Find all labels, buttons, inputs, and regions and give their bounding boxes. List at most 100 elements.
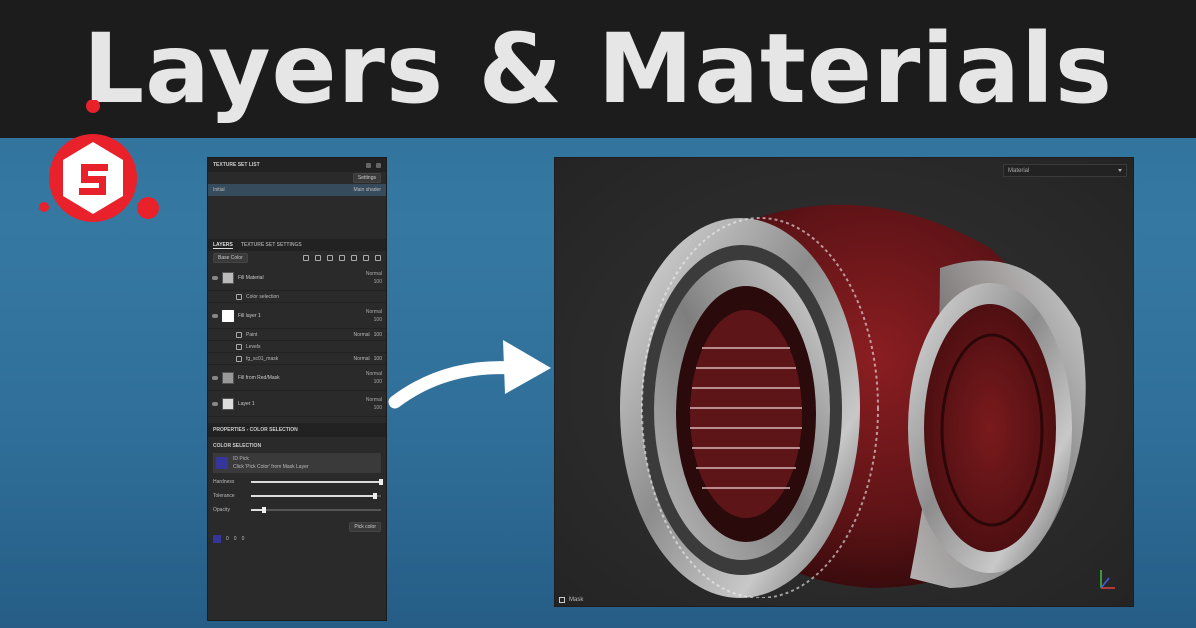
layer-thumbnail — [222, 397, 234, 410]
slider-label: Hardness — [213, 479, 235, 485]
image-icon — [236, 355, 242, 362]
curved-arrow-icon — [388, 340, 551, 409]
sub-layer-row[interactable]: Paint Normal 100 — [208, 329, 386, 341]
section-title: COLOR SELECTION — [213, 443, 262, 449]
id-map-description: Click 'Pick Color' from Mask Layer — [233, 464, 309, 470]
layer-blend[interactable]: Normal — [366, 371, 382, 377]
layers-toolbar: Base Color — [208, 251, 386, 265]
sub-layer-row[interactable]: fg_sc01_mask Normal 100 — [208, 353, 386, 365]
texture-set-shader: Main shader — [353, 187, 381, 193]
settings-button[interactable]: Settings — [352, 173, 381, 183]
title-banner: Layers & Materials — [0, 0, 1196, 138]
checkbox[interactable] — [559, 597, 565, 603]
slider-handle[interactable] — [372, 493, 377, 499]
close-icon[interactable] — [376, 162, 381, 168]
visibility-icon[interactable] — [212, 401, 218, 406]
sub-layer-opacity[interactable]: 100 — [374, 332, 382, 338]
tab-layers[interactable]: LAYERS — [213, 242, 233, 249]
layer-row[interactable]: Fill Material Normal 100 — [208, 265, 386, 291]
layer-opacity[interactable]: 100 — [374, 405, 382, 411]
sub-layer-blend[interactable]: Normal — [354, 332, 370, 338]
sub-layer-row[interactable]: Levels — [208, 341, 386, 353]
color-values-row: 0 0 0 — [208, 533, 386, 545]
id-map-picker[interactable]: ID Pick Click 'Pick Color' from Mask Lay… — [213, 453, 381, 473]
texture-set-list-title: TEXTURE SET LIST — [213, 162, 260, 168]
sub-layer-opacity[interactable]: 100 — [374, 356, 382, 362]
layer-opacity[interactable]: 100 — [374, 317, 382, 323]
pick-color-button[interactable]: Pick color — [349, 522, 381, 532]
layer-opacity[interactable]: 100 — [374, 279, 382, 285]
sub-layer-name: Levels — [246, 343, 261, 350]
delete-icon[interactable] — [375, 255, 381, 261]
slider-hardness[interactable]: Hardness — [208, 473, 386, 487]
3d-viewport[interactable]: Material Mask — [554, 157, 1134, 607]
brush-icon[interactable] — [303, 255, 309, 261]
color-value-g[interactable]: 0 — [234, 536, 237, 542]
layer-mask-thumbnail — [222, 309, 234, 322]
viewport-mode-select[interactable]: Material — [1003, 164, 1127, 177]
layer-thumbnail — [222, 271, 234, 284]
visibility-icon[interactable] — [212, 275, 218, 280]
channel-select[interactable]: Base Color — [213, 253, 248, 263]
tab-texture-set-settings[interactable]: TEXTURE SET SETTINGS — [241, 242, 302, 248]
layer-name: Fill from Red/Mask — [238, 374, 280, 381]
slider-track[interactable] — [251, 479, 383, 485]
layer-row[interactable]: Fill layer 1 Normal 100 — [208, 303, 386, 329]
properties-header: PROPERTIES - COLOR SELECTION — [208, 423, 386, 437]
visibility-icon[interactable] — [212, 313, 218, 318]
fill-icon[interactable] — [339, 255, 345, 261]
layer-name: Fill layer 1 — [238, 312, 261, 319]
paint-icon — [236, 331, 242, 338]
page-title: Layers & Materials — [82, 13, 1114, 125]
sub-layer-name: fg_sc01_mask — [246, 355, 279, 362]
slider-track[interactable] — [251, 507, 381, 513]
layers-tabs: LAYERS TEXTURE SET SETTINGS — [208, 239, 386, 251]
viewport-footer-label: Mask — [569, 597, 584, 603]
substance-panel: TEXTURE SET LIST Settings Initial Main s… — [207, 157, 387, 621]
sub-layer-blend[interactable]: Normal — [354, 356, 370, 362]
viewport-footer: Mask — [559, 597, 583, 603]
color-value-b[interactable]: 0 — [242, 536, 245, 542]
slider-handle[interactable] — [379, 479, 383, 485]
pick-color-row: Pick color — [208, 521, 386, 533]
slider-fill — [251, 495, 375, 497]
id-map-name: ID Pick — [233, 456, 249, 462]
window-icon[interactable] — [366, 162, 371, 168]
color-swatch[interactable] — [216, 457, 228, 469]
texture-set-name: Initial — [213, 187, 225, 193]
layer-opacity[interactable]: 100 — [374, 379, 382, 385]
layer-blend[interactable]: Normal — [366, 271, 382, 277]
color-swatch[interactable] — [213, 535, 221, 543]
layer-name: Fill Material — [238, 274, 264, 281]
axis-gizmo-icon — [1100, 570, 1115, 589]
viewport-mode-label: Material — [1008, 167, 1030, 174]
levels-icon — [236, 343, 242, 350]
slider-track[interactable] — [251, 493, 381, 499]
layer-add-icon[interactable] — [351, 255, 357, 261]
slider-handle[interactable] — [262, 507, 266, 513]
slider-fill — [251, 481, 381, 483]
layer-blend[interactable]: Normal — [366, 309, 382, 315]
mask-icon[interactable] — [315, 255, 321, 261]
layer-row[interactable]: Layer 1 Normal 100 — [208, 391, 386, 417]
texture-set-toolbar: Settings — [208, 172, 386, 184]
texture-set-item[interactable]: Initial Main shader — [208, 184, 386, 196]
visibility-icon[interactable] — [212, 375, 218, 380]
sub-layer-name: Color selection — [246, 293, 280, 300]
slider-opacity[interactable]: Opacity — [208, 501, 386, 515]
slider-tolerance[interactable]: Tolerance — [208, 487, 386, 501]
properties-title: PROPERTIES - COLOR SELECTION — [213, 427, 298, 433]
layer-row[interactable]: Fill from Red/Mask Normal 100 — [208, 365, 386, 391]
effect-icon[interactable] — [327, 255, 333, 261]
layer-name: Layer 1 — [238, 400, 255, 407]
folder-icon[interactable] — [363, 255, 369, 261]
selection-icon — [236, 293, 242, 300]
substance-painter-logo-icon — [39, 100, 159, 222]
sub-layer-row[interactable]: Color selection — [208, 291, 386, 303]
slider-label: Tolerance — [213, 493, 235, 499]
layer-blend[interactable]: Normal — [366, 397, 382, 403]
layer-thumbnail — [222, 371, 234, 384]
material-ball-model — [620, 204, 1086, 598]
chevron-down-icon — [1118, 169, 1122, 172]
color-value-r[interactable]: 0 — [226, 536, 229, 542]
